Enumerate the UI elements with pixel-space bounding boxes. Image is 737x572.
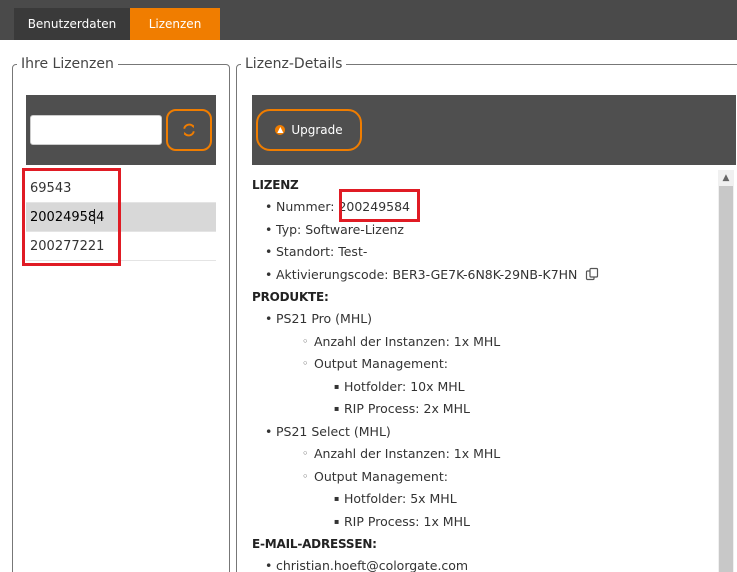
scrollbar-thumb[interactable] (719, 186, 733, 572)
tab-lizenzen[interactable]: Lizenzen (130, 8, 220, 40)
scroll-up-arrow-icon[interactable]: ▲ (718, 170, 734, 186)
produkt-name: PS21 Select (MHL) (252, 421, 718, 444)
details-scrollbar[interactable]: ▲ (718, 170, 734, 572)
email-list: christian.hoeft@colorgate.com (252, 555, 718, 572)
license-list-item[interactable]: 69543 (26, 174, 216, 203)
produkt-instanzen: Anzahl der Instanzen: 1x MHL (252, 331, 718, 354)
top-navigation-bar: Benutzerdaten Lizenzen (0, 0, 737, 40)
license-list-item[interactable]: 200277221 (26, 232, 216, 261)
refresh-icon (183, 123, 195, 137)
upgrade-button[interactable]: ▲ Upgrade (256, 109, 362, 151)
produkte-list: PS21 Pro (MHL) Anzahl der Instanzen: 1x … (252, 308, 718, 533)
lizenz-list: Nummer: 200249584 Typ: Software-Lizenz S… (252, 196, 718, 286)
produkt-name: PS21 Pro (MHL) (252, 308, 718, 331)
lizenz-standort: Standort: Test- (252, 241, 718, 264)
licenses-panel-title: Ihre Lizenzen (21, 56, 114, 72)
produkt-output-management: Output Management: (252, 466, 718, 489)
produkt-hotfolder: Hotfolder: 10x MHL (252, 376, 718, 399)
license-search-input[interactable] (30, 115, 162, 145)
produkt-rip-process: RIP Process: 2x MHL (252, 398, 718, 421)
produkt-instanzen: Anzahl der Instanzen: 1x MHL (252, 443, 718, 466)
license-list: 69543 200249584 200277221 (26, 174, 216, 261)
email-address: christian.hoeft@colorgate.com (252, 555, 718, 572)
refresh-button[interactable] (166, 109, 212, 151)
lizenz-nummer: Nummer: 200249584 (252, 196, 718, 219)
produkt-rip-process: RIP Process: 1x MHL (252, 511, 718, 534)
produkt-hotfolder: Hotfolder: 5x MHL (252, 488, 718, 511)
license-list-item-selected[interactable]: 200249584 (26, 203, 216, 232)
aktivierungscode-text: Aktivierungscode: BER3-GE7K-6N8K-29NB-K7… (276, 266, 578, 282)
produkte-heading: PRODUKTE: (252, 290, 329, 304)
license-details-content: LIZENZ Nummer: 200249584 Typ: Software-L… (252, 174, 718, 572)
produkt-output-management: Output Management: (252, 353, 718, 376)
nummer-value: 200249584 (338, 199, 411, 214)
tab-benutzerdaten[interactable]: Benutzerdaten (14, 8, 130, 40)
lizenz-aktivierungscode: Aktivierungscode: BER3-GE7K-6N8K-29NB-K7… (252, 264, 718, 287)
copy-icon[interactable] (585, 267, 599, 281)
text-cursor (94, 209, 95, 224)
lizenz-typ: Typ: Software-Lizenz (252, 219, 718, 242)
nummer-label: Nummer: (276, 199, 335, 214)
upgrade-icon: ▲ (275, 125, 286, 135)
lizenz-heading: LIZENZ (252, 178, 299, 192)
email-heading: E-MAIL-ADRESSEN: (252, 537, 377, 551)
upgrade-label: Upgrade (291, 123, 343, 137)
license-details-panel-title: Lizenz-Details (245, 56, 343, 72)
